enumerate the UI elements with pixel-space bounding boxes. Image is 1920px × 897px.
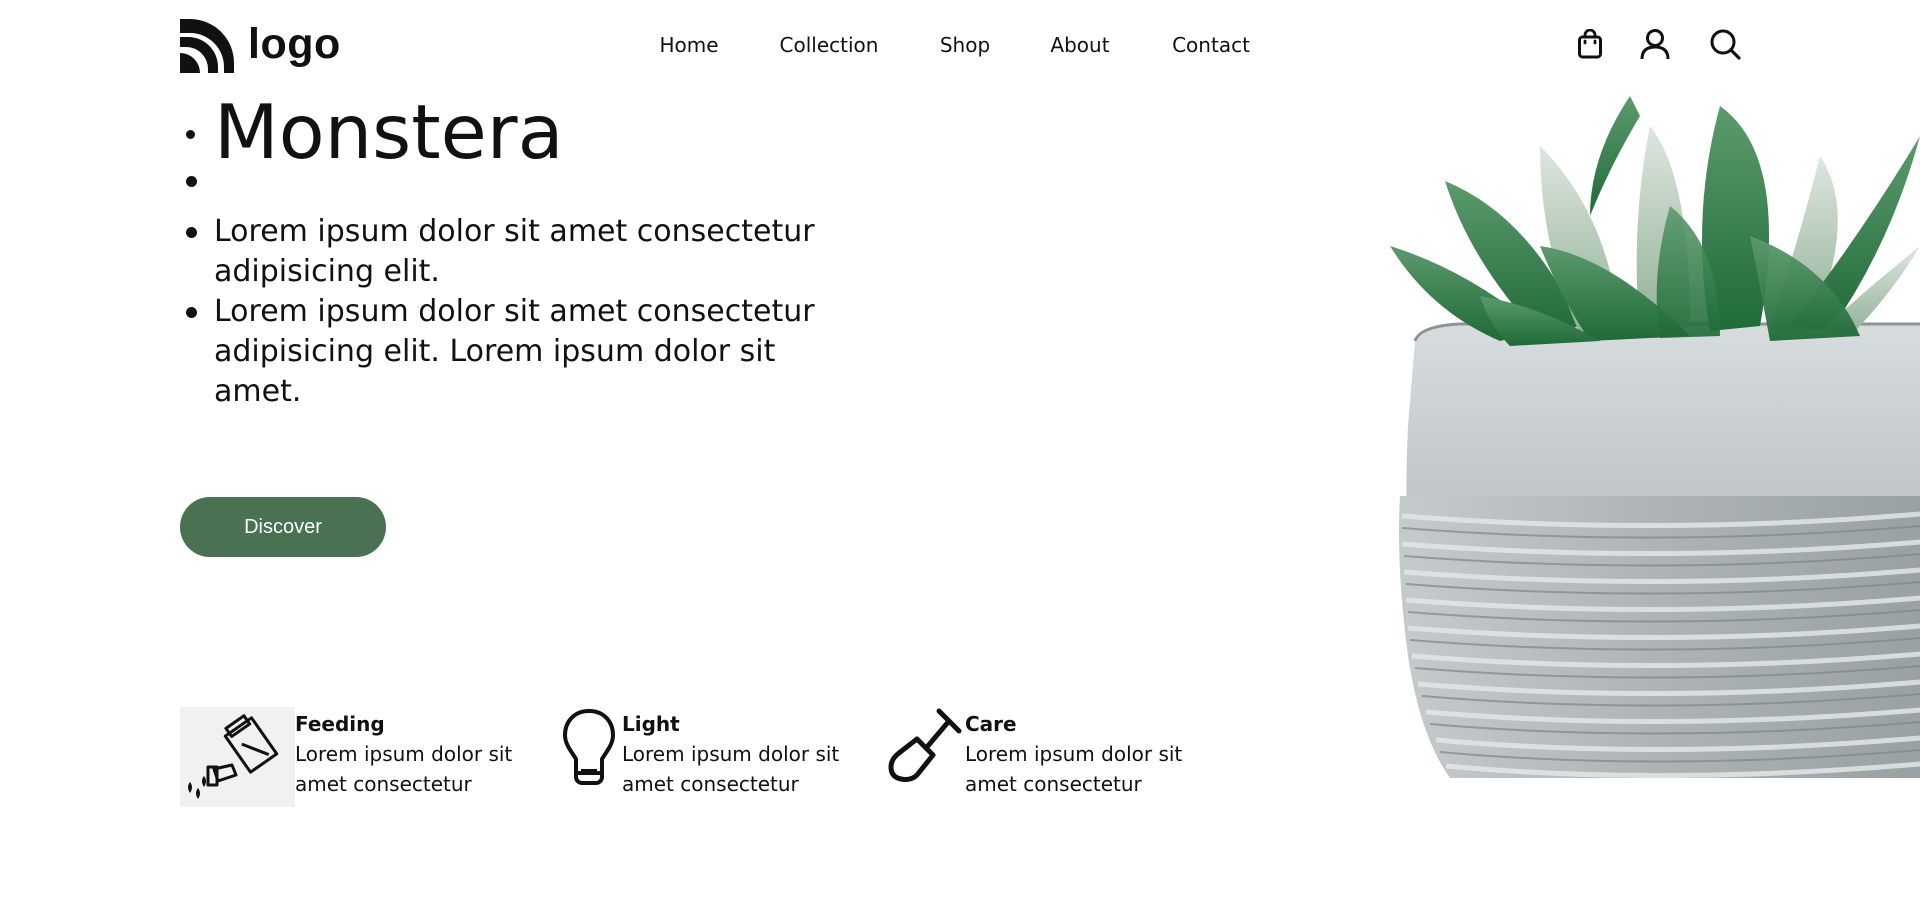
hero-paragraph-1: Lorem ipsum dolor sit amet consectetur a…	[180, 212, 840, 292]
succulent-plant-image	[1390, 96, 1920, 778]
feature-description: Lorem ipsum dolor sit amet consectetur	[965, 742, 1183, 796]
hero-empty-item	[180, 172, 840, 212]
feature-text: Feeding Lorem ipsum dolor sit amet conse…	[295, 707, 525, 807]
user-icon[interactable]	[1637, 26, 1673, 62]
feature-care: Care Lorem ipsum dolor sit amet consecte…	[885, 707, 1195, 807]
hero-paragraph-2: Lorem ipsum dolor sit amet consectetur a…	[180, 292, 840, 412]
nav-home[interactable]: Home	[659, 30, 718, 60]
nav-collection[interactable]: Collection	[780, 30, 879, 60]
feature-text: Light Lorem ipsum dolor sit amet consect…	[622, 707, 852, 807]
light-bulb-icon	[555, 707, 622, 807]
feature-light: Light Lorem ipsum dolor sit amet consect…	[555, 707, 852, 807]
feature-text: Care Lorem ipsum dolor sit amet consecte…	[965, 707, 1195, 807]
logo-text: logo	[248, 19, 341, 68]
feature-name: Care	[965, 712, 1017, 736]
feature-name: Feeding	[295, 712, 385, 736]
logo-mark-icon	[180, 19, 234, 73]
hero: Monstera Lorem ipsum dolor sit amet cons…	[180, 92, 840, 412]
feature-description: Lorem ipsum dolor sit amet consectetur	[295, 742, 513, 796]
logo[interactable]: logo	[180, 18, 341, 74]
search-icon[interactable]	[1707, 26, 1743, 62]
discover-button[interactable]: Discover	[180, 497, 386, 557]
shovel-icon	[885, 707, 965, 807]
hero-title: Monstera	[180, 92, 840, 172]
feature-name: Light	[622, 712, 680, 736]
hero-list: Monstera Lorem ipsum dolor sit amet cons…	[180, 92, 840, 412]
feature-feeding: Feeding Lorem ipsum dolor sit amet conse…	[180, 707, 525, 807]
nav-shop[interactable]: Shop	[940, 30, 990, 60]
shopping-bag-icon[interactable]	[1572, 26, 1608, 62]
nav-contact[interactable]: Contact	[1172, 30, 1250, 60]
feature-description: Lorem ipsum dolor sit amet consectetur	[622, 742, 840, 796]
nav-about[interactable]: About	[1050, 30, 1109, 60]
watering-can-icon	[180, 707, 295, 807]
